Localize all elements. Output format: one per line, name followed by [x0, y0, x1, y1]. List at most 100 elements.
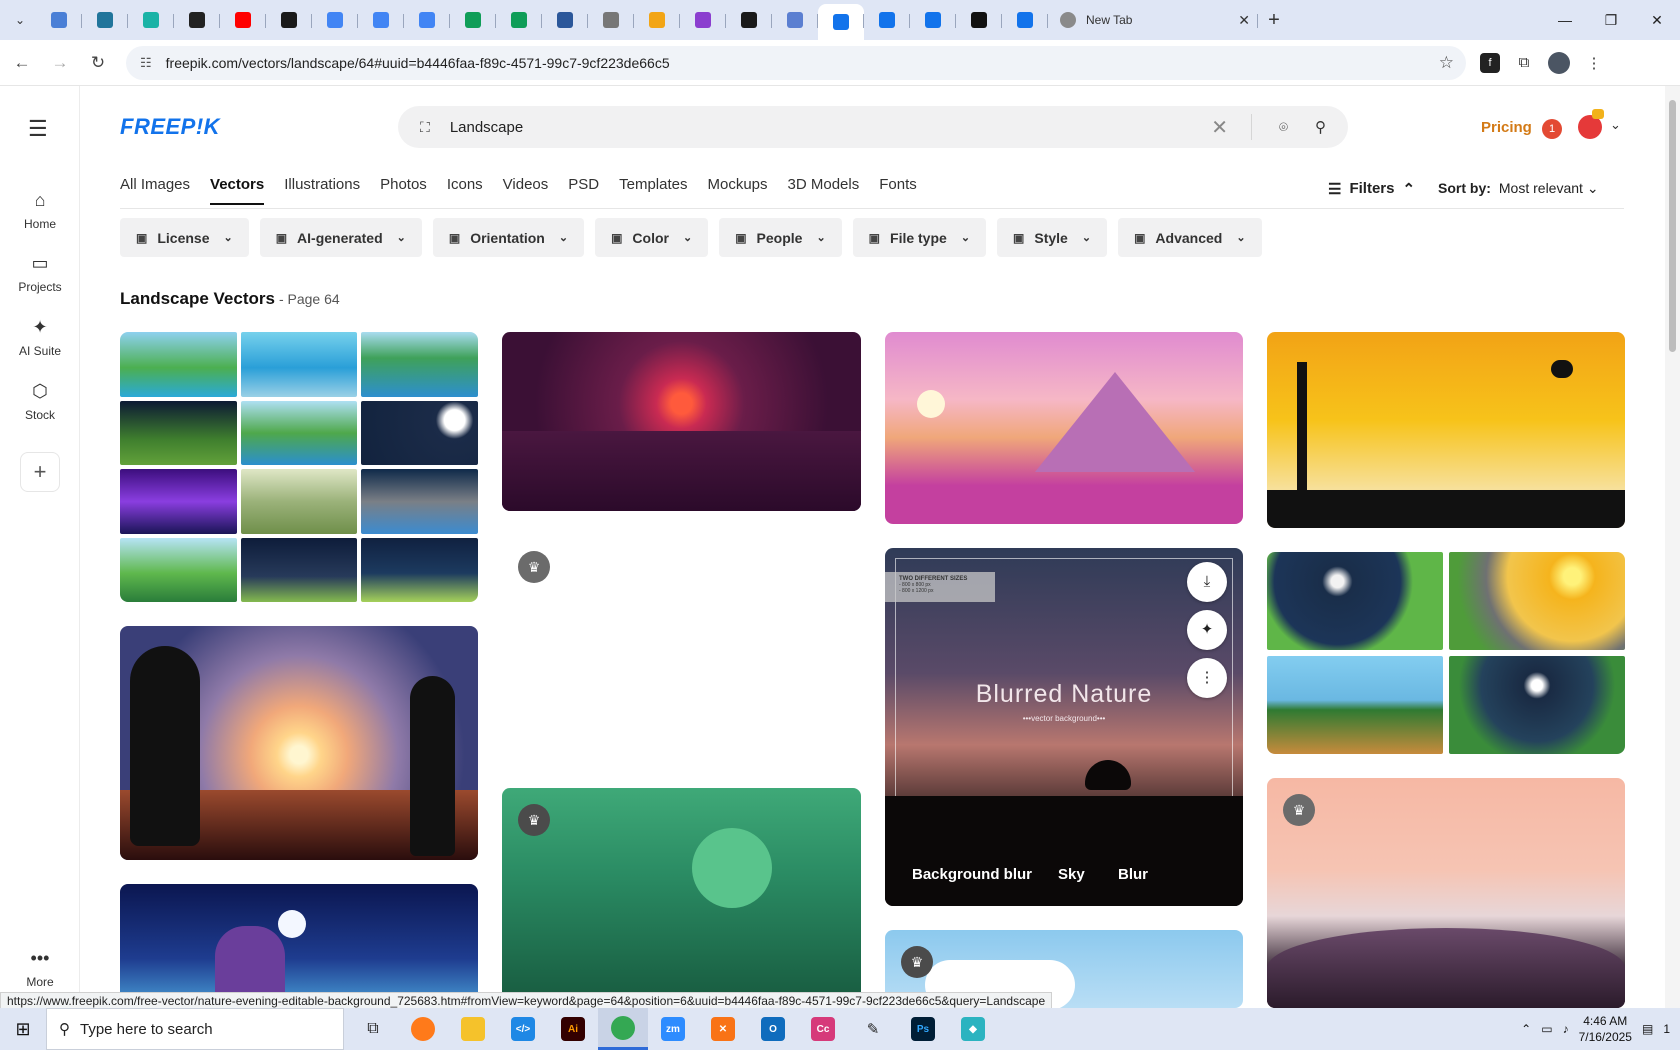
tab-new-tab[interactable]: New Tab ✕ [1048, 4, 1258, 36]
category-tab-videos[interactable]: Videos [503, 176, 549, 205]
rail-item-home[interactable]: ⌂ Home [0, 190, 80, 231]
filter-file-type[interactable]: ▣ File type ⌄ [852, 218, 987, 257]
taskbar-search[interactable]: ⚲ Type here to search [46, 1008, 344, 1050]
scrollbar-thumb[interactable] [1669, 100, 1676, 352]
clock[interactable]: 4:46 AM 7/16/2025 [1579, 1013, 1632, 1045]
rail-item-ai-suite[interactable]: ✦ AI Suite [0, 317, 80, 358]
xampp-icon[interactable]: ✕ [698, 1008, 748, 1050]
minimize-button[interactable]: — [1542, 0, 1588, 40]
tab-13[interactable] [634, 4, 680, 36]
vscode-icon[interactable]: </> [498, 1008, 548, 1050]
result-card-nature-set[interactable] [1267, 552, 1625, 754]
tag-blur[interactable]: Blur [1118, 866, 1148, 883]
forward-button[interactable]: → [44, 47, 76, 79]
tag-background-blur[interactable]: Background blur [912, 866, 1032, 883]
camera-search-icon[interactable]: ⌾ [1279, 119, 1288, 136]
new-tab-button[interactable]: + [1258, 9, 1290, 32]
chevron-down-icon[interactable]: ⌄ [1610, 117, 1621, 133]
search-type-icon[interactable]: ⛶ [420, 119, 430, 136]
tab-18[interactable] [864, 4, 910, 36]
file-explorer-icon[interactable] [448, 1008, 498, 1050]
category-tab-psd[interactable]: PSD [568, 176, 599, 205]
back-button[interactable]: ← [6, 47, 38, 79]
category-tab-icons[interactable]: Icons [447, 176, 483, 205]
tab-10[interactable] [496, 4, 542, 36]
extensions-icon[interactable]: ⧉ [1510, 49, 1538, 77]
tab-9[interactable] [450, 4, 496, 36]
tab-0[interactable] [36, 4, 82, 36]
windows-start-icon[interactable]: ⊞ [0, 1008, 46, 1050]
download-button[interactable]: ⤓ [1187, 562, 1227, 602]
result-card-silhouette-tree[interactable] [1267, 332, 1625, 528]
rail-item-stock[interactable]: ⬡ Stock [0, 381, 80, 422]
font-extension-icon[interactable]: f [1480, 52, 1500, 73]
tab-2[interactable] [128, 4, 174, 36]
search-icon[interactable]: ⚲ [1315, 118, 1326, 136]
category-tab-vectors[interactable]: Vectors [210, 176, 265, 205]
tab-7[interactable] [358, 4, 404, 36]
browser-menu-icon[interactable]: ⋮ [1580, 49, 1608, 77]
result-card-blurred-nature[interactable]: TWO DIFFERENT SIZES - 800 x 800 px - 800… [885, 548, 1243, 906]
task-view-icon[interactable]: ⧉ [348, 1008, 398, 1050]
site-info-icon[interactable]: ☷ [140, 55, 152, 71]
hamburger-menu-icon[interactable]: ☰ [28, 116, 48, 142]
category-tab-3d-models[interactable]: 3D Models [788, 176, 860, 205]
tab-11[interactable] [542, 4, 588, 36]
result-card-night-hut[interactable] [120, 884, 478, 1008]
address-bar[interactable]: ☷ freepik.com/vectors/landscape/64#uuid=… [126, 45, 1466, 80]
outlook-icon[interactable]: O [748, 1008, 798, 1050]
filters-toggle[interactable]: ☰ Filters ⌃ [1328, 180, 1415, 198]
tab-15[interactable] [726, 4, 772, 36]
tab-19[interactable] [910, 4, 956, 36]
creative-cloud-icon[interactable]: Cc [798, 1008, 848, 1050]
tag-sky[interactable]: Sky [1058, 866, 1085, 883]
result-card-baobab-sunset[interactable] [120, 626, 478, 860]
tab-12[interactable] [588, 4, 634, 36]
maximize-button[interactable]: ❐ [1588, 0, 1634, 40]
category-tab-mockups[interactable]: Mockups [707, 176, 767, 205]
filter-color[interactable]: ▣ Color ⌄ [595, 218, 709, 257]
tab-20[interactable] [956, 4, 1002, 36]
clear-search-icon[interactable]: ✕ [1211, 115, 1228, 140]
search-input[interactable]: Landscape [450, 119, 523, 136]
filter-advanced[interactable]: ▣ Advanced ⌄ [1118, 218, 1262, 257]
filter-orientation[interactable]: ▣ Orientation ⌄ [432, 218, 585, 257]
ai-edit-button[interactable]: ✦ [1187, 610, 1227, 650]
tab-8[interactable] [404, 4, 450, 36]
close-tab-icon[interactable]: ✕ [1238, 12, 1250, 29]
add-button[interactable]: + [20, 452, 60, 492]
chrome-icon[interactable] [598, 1008, 648, 1050]
pricing-link[interactable]: Pricing [1481, 119, 1532, 136]
filter-license[interactable]: ▣ License ⌄ [120, 218, 249, 257]
tab-17[interactable] [818, 4, 864, 40]
tab-3[interactable] [174, 4, 220, 36]
close-window-button[interactable]: ✕ [1634, 0, 1680, 40]
notification-center-icon[interactable]: ▤ [1642, 1022, 1653, 1036]
result-card-volcano-night[interactable] [502, 332, 861, 511]
firefox-icon[interactable] [398, 1008, 448, 1050]
tab-14[interactable] [680, 4, 726, 36]
tab-4[interactable] [220, 4, 266, 36]
filter-style[interactable]: ▣ Style ⌄ [997, 218, 1108, 257]
profile-avatar[interactable] [1548, 51, 1570, 74]
tab-6[interactable] [312, 4, 358, 36]
freepik-logo[interactable]: FREEP!K [120, 114, 220, 140]
sort-dropdown[interactable]: Sort by: Most relevant ⌄ [1438, 180, 1599, 197]
page-scrollbar[interactable] [1665, 86, 1680, 1008]
network-icon[interactable]: ▭ [1541, 1022, 1552, 1036]
filter-people[interactable]: ▣ People ⌄ [719, 218, 842, 257]
filter-ai-generated[interactable]: ▣ AI-generated ⌄ [259, 218, 422, 257]
more-options-button[interactable]: ⋮ [1187, 658, 1227, 698]
bookmark-star-icon[interactable]: ☆ [1439, 53, 1454, 73]
result-card-green-mountains[interactable]: ♛ [502, 788, 861, 1008]
search-bar[interactable]: ⛶ Landscape ✕ ⌾ ⚲ [398, 106, 1348, 148]
tab-1[interactable] [82, 4, 128, 36]
category-tab-all-images[interactable]: All Images [120, 176, 190, 205]
chevron-up-icon[interactable]: ⌃ [1521, 1022, 1531, 1036]
tab-21[interactable] [1002, 4, 1048, 36]
notification-badge[interactable]: 1 [1542, 119, 1562, 139]
pen-tool-icon[interactable]: ✎ [848, 1008, 898, 1050]
result-card-desert-volcano[interactable] [885, 332, 1243, 524]
volume-icon[interactable]: ♪ [1563, 1022, 1569, 1036]
app-icon[interactable]: ◆ [948, 1008, 998, 1050]
